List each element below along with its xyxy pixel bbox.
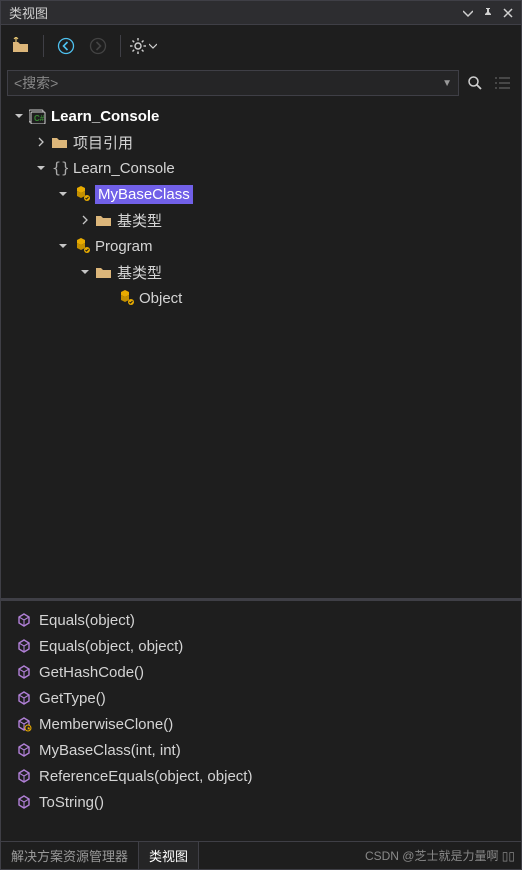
expander-icon[interactable] [33, 134, 49, 150]
method-icon [15, 741, 33, 759]
method-icon [15, 689, 33, 707]
member-label: GetType() [39, 690, 106, 707]
member-label: MyBaseClass(int, int) [39, 742, 181, 759]
member-item[interactable]: Equals(object, object) [1, 633, 521, 659]
settings-button[interactable] [129, 32, 157, 60]
member-label: ReferenceEquals(object, object) [39, 768, 252, 785]
svg-text:C#: C# [34, 114, 45, 123]
expander-icon[interactable] [33, 160, 49, 176]
expander-icon[interactable] [11, 108, 27, 124]
method-icon: ★ [15, 715, 33, 733]
back-button[interactable] [52, 32, 80, 60]
folder-icon [95, 263, 113, 281]
method-icon [15, 663, 33, 681]
member-item[interactable]: ToString() [1, 789, 521, 815]
member-item[interactable]: Equals(object) [1, 607, 521, 633]
panel-title: 类视图 [9, 3, 457, 22]
member-label: ToString() [39, 794, 104, 811]
member-label: Equals(object) [39, 612, 135, 629]
tree-node-label: Program [95, 238, 153, 255]
tree-node-label: Object [139, 290, 182, 307]
method-icon [15, 611, 33, 629]
class-icon [117, 289, 135, 307]
expander-icon[interactable] [77, 212, 93, 228]
expander-icon[interactable] [55, 238, 71, 254]
search-input[interactable]: <搜索> ▼ [7, 70, 459, 96]
tree-node[interactable]: 基类型 [1, 207, 521, 233]
expander-icon[interactable] [55, 186, 71, 202]
tree-node[interactable]: Object [1, 285, 521, 311]
csharp-project-icon: C# [29, 107, 47, 125]
toolbar-separator [43, 35, 44, 57]
tree-node[interactable]: MyBaseClass [1, 181, 521, 207]
namespace-icon: {} [51, 159, 69, 177]
class-icon [73, 185, 91, 203]
pin-button[interactable] [479, 4, 497, 22]
method-icon [15, 793, 33, 811]
title-bar: 类视图 [1, 1, 521, 25]
tree-node-label: 基类型 [117, 210, 162, 231]
folder-icon [95, 211, 113, 229]
search-placeholder: <搜索> [14, 73, 442, 93]
footer-tabs: 解决方案资源管理器类视图CSDN @芝士就是力量啊 ▯▯ [1, 841, 521, 869]
method-icon [15, 637, 33, 655]
member-item[interactable]: ★ MemberwiseClone() [1, 711, 521, 737]
tree-node-label: 项目引用 [73, 132, 133, 153]
member-label: Equals(object, object) [39, 638, 183, 655]
member-label: MemberwiseClone() [39, 716, 173, 733]
tree-node[interactable]: Program [1, 233, 521, 259]
svg-text:{}: {} [52, 160, 68, 176]
footer-tab[interactable]: 解决方案资源管理器 [1, 842, 139, 869]
window-menu-button[interactable] [459, 4, 477, 22]
expander-icon[interactable] [77, 264, 93, 280]
svg-text:★: ★ [27, 726, 32, 732]
tree-node[interactable]: {} Learn_Console [1, 155, 521, 181]
tree-node-label: 基类型 [117, 262, 162, 283]
footer-tab[interactable]: 类视图 [139, 842, 199, 869]
method-icon [15, 767, 33, 785]
forward-button[interactable] [84, 32, 112, 60]
tree-node-label: MyBaseClass [95, 185, 193, 204]
folder-icon [51, 133, 69, 151]
class-icon [73, 237, 91, 255]
toolbar [1, 25, 521, 67]
member-item[interactable]: GetHashCode() [1, 659, 521, 685]
member-item[interactable]: MyBaseClass(int, int) [1, 737, 521, 763]
tree-node-label: Learn_Console [73, 160, 175, 177]
watermark: CSDN @芝士就是力量啊 ▯▯ [199, 842, 521, 869]
close-button[interactable] [499, 4, 517, 22]
toolbar-separator [120, 35, 121, 57]
view-mode-button[interactable] [491, 71, 515, 95]
member-list[interactable]: Equals(object) Equals(object, object) GetH… [1, 601, 521, 841]
search-button[interactable] [463, 71, 487, 95]
tree-node-label: Learn_Console [51, 108, 159, 125]
member-item[interactable]: ReferenceEquals(object, object) [1, 763, 521, 789]
chevron-down-icon[interactable]: ▼ [442, 78, 452, 89]
class-tree[interactable]: C# Learn_Console 项目引用 {} Learn_Console MyBase… [1, 99, 521, 598]
tree-node[interactable]: C# Learn_Console [1, 103, 521, 129]
tree-node[interactable]: 项目引用 [1, 129, 521, 155]
tree-node[interactable]: 基类型 [1, 259, 521, 285]
new-folder-button[interactable] [7, 32, 35, 60]
search-bar: <搜索> ▼ [1, 67, 521, 99]
member-item[interactable]: GetType() [1, 685, 521, 711]
member-label: GetHashCode() [39, 664, 144, 681]
